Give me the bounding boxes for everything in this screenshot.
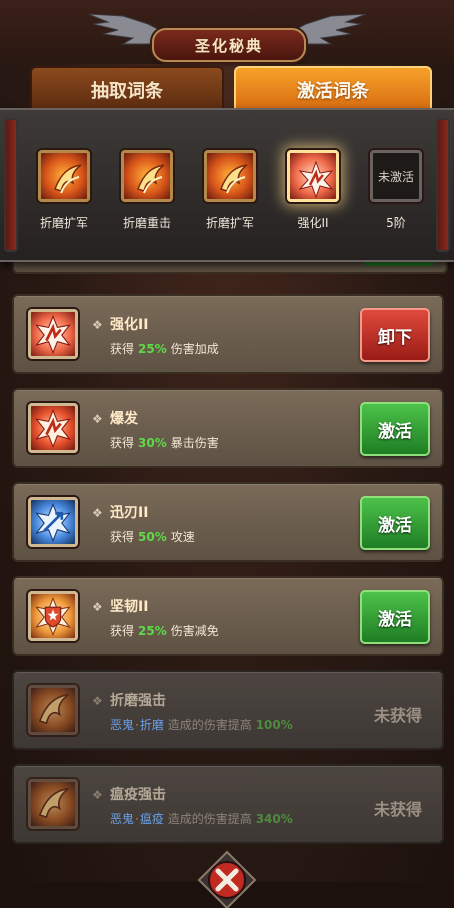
entry-percent: 25% <box>138 624 167 638</box>
diamond-bullet-icon: ❖ <box>92 506 103 520</box>
entry-description: 获得 50% 攻速 <box>110 528 195 545</box>
entry-tag: 折磨 <box>139 718 164 732</box>
slot-4-selected[interactable] <box>287 150 339 202</box>
unequip-button[interactable]: 卸下 <box>360 308 430 362</box>
entry-effect: 造成的伤害提高 <box>167 812 252 826</box>
slot-4-label: 强化II <box>297 216 329 230</box>
entry-prefix: 获得 <box>110 436 135 450</box>
entry-effect: 伤害减免 <box>170 624 219 638</box>
list-item-torment-strike: ❖ 折磨强击 恶鬼·折磨 造成的伤害提高 100% 未获得 <box>12 670 444 750</box>
list-item-burst: ❖ 爆发 获得 30% 暴击伤害 激活 <box>12 388 444 468</box>
entry-effect: 造成的伤害提高 <box>167 718 252 732</box>
diamond-bullet-icon: ❖ <box>92 412 103 426</box>
activate-button[interactable]: 激活 <box>360 496 430 550</box>
entry-percent: 50% <box>138 530 167 544</box>
slot-3-label: 折磨扩军 <box>205 216 254 230</box>
diamond-bullet-icon: ❖ <box>92 788 103 802</box>
entry-tag: 恶鬼 <box>110 718 135 732</box>
active-slots-panel: 未激活 <box>0 108 454 262</box>
panel-right-ornament <box>436 118 450 252</box>
entry-percent: 100% <box>255 718 293 732</box>
entry-tag: 恶鬼 <box>110 812 135 826</box>
slot-3[interactable] <box>204 150 256 202</box>
entry-tag: 瘟疫 <box>139 812 164 826</box>
shield-star-icon <box>28 591 78 641</box>
entry-effect: 攻速 <box>170 530 195 544</box>
page: 圣化秘典 抽取词条 激活词条 未激活 折磨扩军 折磨重击 折磨扩军 强化II 5… <box>0 0 454 908</box>
tab-activate-entries[interactable]: 激活词条 <box>234 66 432 114</box>
fire-claw-icon <box>137 164 165 194</box>
entry-name: 爆发 <box>110 411 138 427</box>
strengthen-icon <box>298 160 334 199</box>
list-item-plague-strike: ❖ 瘟疫强击 恶鬼·瘟疫 造成的伤害提高 340% 未获得 <box>12 764 444 844</box>
slot-2[interactable] <box>121 150 173 202</box>
entry-description: 恶鬼·瘟疫 造成的伤害提高 340% <box>110 812 293 826</box>
tab-draw-entries[interactable]: 抽取词条 <box>30 66 224 114</box>
slot-empty-label: 未激活 <box>377 169 414 184</box>
panel-left-ornament <box>4 118 18 252</box>
swift-blade-icon <box>28 497 78 547</box>
entry-name: 强化II <box>110 317 149 333</box>
fire-claw-icon <box>28 779 78 829</box>
entry-name: 折磨强击 <box>110 693 166 709</box>
entry-effect: 伤害加成 <box>170 342 219 356</box>
entry-name: 坚韧II <box>110 599 149 615</box>
slot-5-empty[interactable]: 未激活 <box>370 150 422 202</box>
list-item-strengthen-ii: ❖ 强化II 获得 25% 伤害加成 卸下 <box>12 294 444 374</box>
burst-icon <box>28 403 78 453</box>
slot-1-label: 折磨扩军 <box>39 216 88 230</box>
entry-percent: 340% <box>255 812 293 826</box>
slot-5-label: 5阶 <box>386 216 406 230</box>
diamond-bullet-icon: ❖ <box>92 318 103 332</box>
entry-effect: 暴击伤害 <box>170 436 219 450</box>
entry-prefix: 获得 <box>110 530 135 544</box>
fire-claw-icon <box>54 164 82 194</box>
entry-description: 获得 25% 伤害减免 <box>110 622 219 639</box>
page-title: 圣化秘典 <box>152 28 306 62</box>
slot-1[interactable] <box>38 150 90 202</box>
slot-2-label: 折磨重击 <box>122 216 171 230</box>
top-banner: 圣化秘典 <box>0 0 454 64</box>
diamond-bullet-icon: ❖ <box>92 600 103 614</box>
activate-button[interactable]: 激活 <box>360 590 430 644</box>
diamond-bullet-icon: ❖ <box>92 694 103 708</box>
list-item-swift-blade-ii: ❖ 迅刃II 获得 50% 攻速 激活 <box>12 482 444 562</box>
list-item-tenacity-ii: ❖ 坚韧II 获得 25% 伤害减免 激活 <box>12 576 444 656</box>
fire-claw-icon <box>220 164 248 194</box>
entry-name: 迅刃II <box>110 505 149 521</box>
activate-button[interactable]: 激活 <box>360 402 430 456</box>
entry-description: 获得 25% 伤害加成 <box>110 340 219 357</box>
not-obtained-label: 未获得 <box>373 706 422 725</box>
fire-claw-icon <box>28 685 78 735</box>
entry-description: 获得 30% 暴击伤害 <box>110 434 219 451</box>
not-obtained-label: 未获得 <box>373 800 422 819</box>
entry-prefix: 获得 <box>110 624 135 638</box>
entry-name: 瘟疫强击 <box>110 787 166 803</box>
entry-percent: 25% <box>138 342 167 356</box>
entry-percent: 30% <box>138 436 167 450</box>
entry-prefix: 获得 <box>110 342 135 356</box>
close-icon[interactable] <box>197 850 257 908</box>
strengthen-icon <box>28 309 78 359</box>
entry-description: 恶鬼·折磨 造成的伤害提高 100% <box>110 718 293 732</box>
